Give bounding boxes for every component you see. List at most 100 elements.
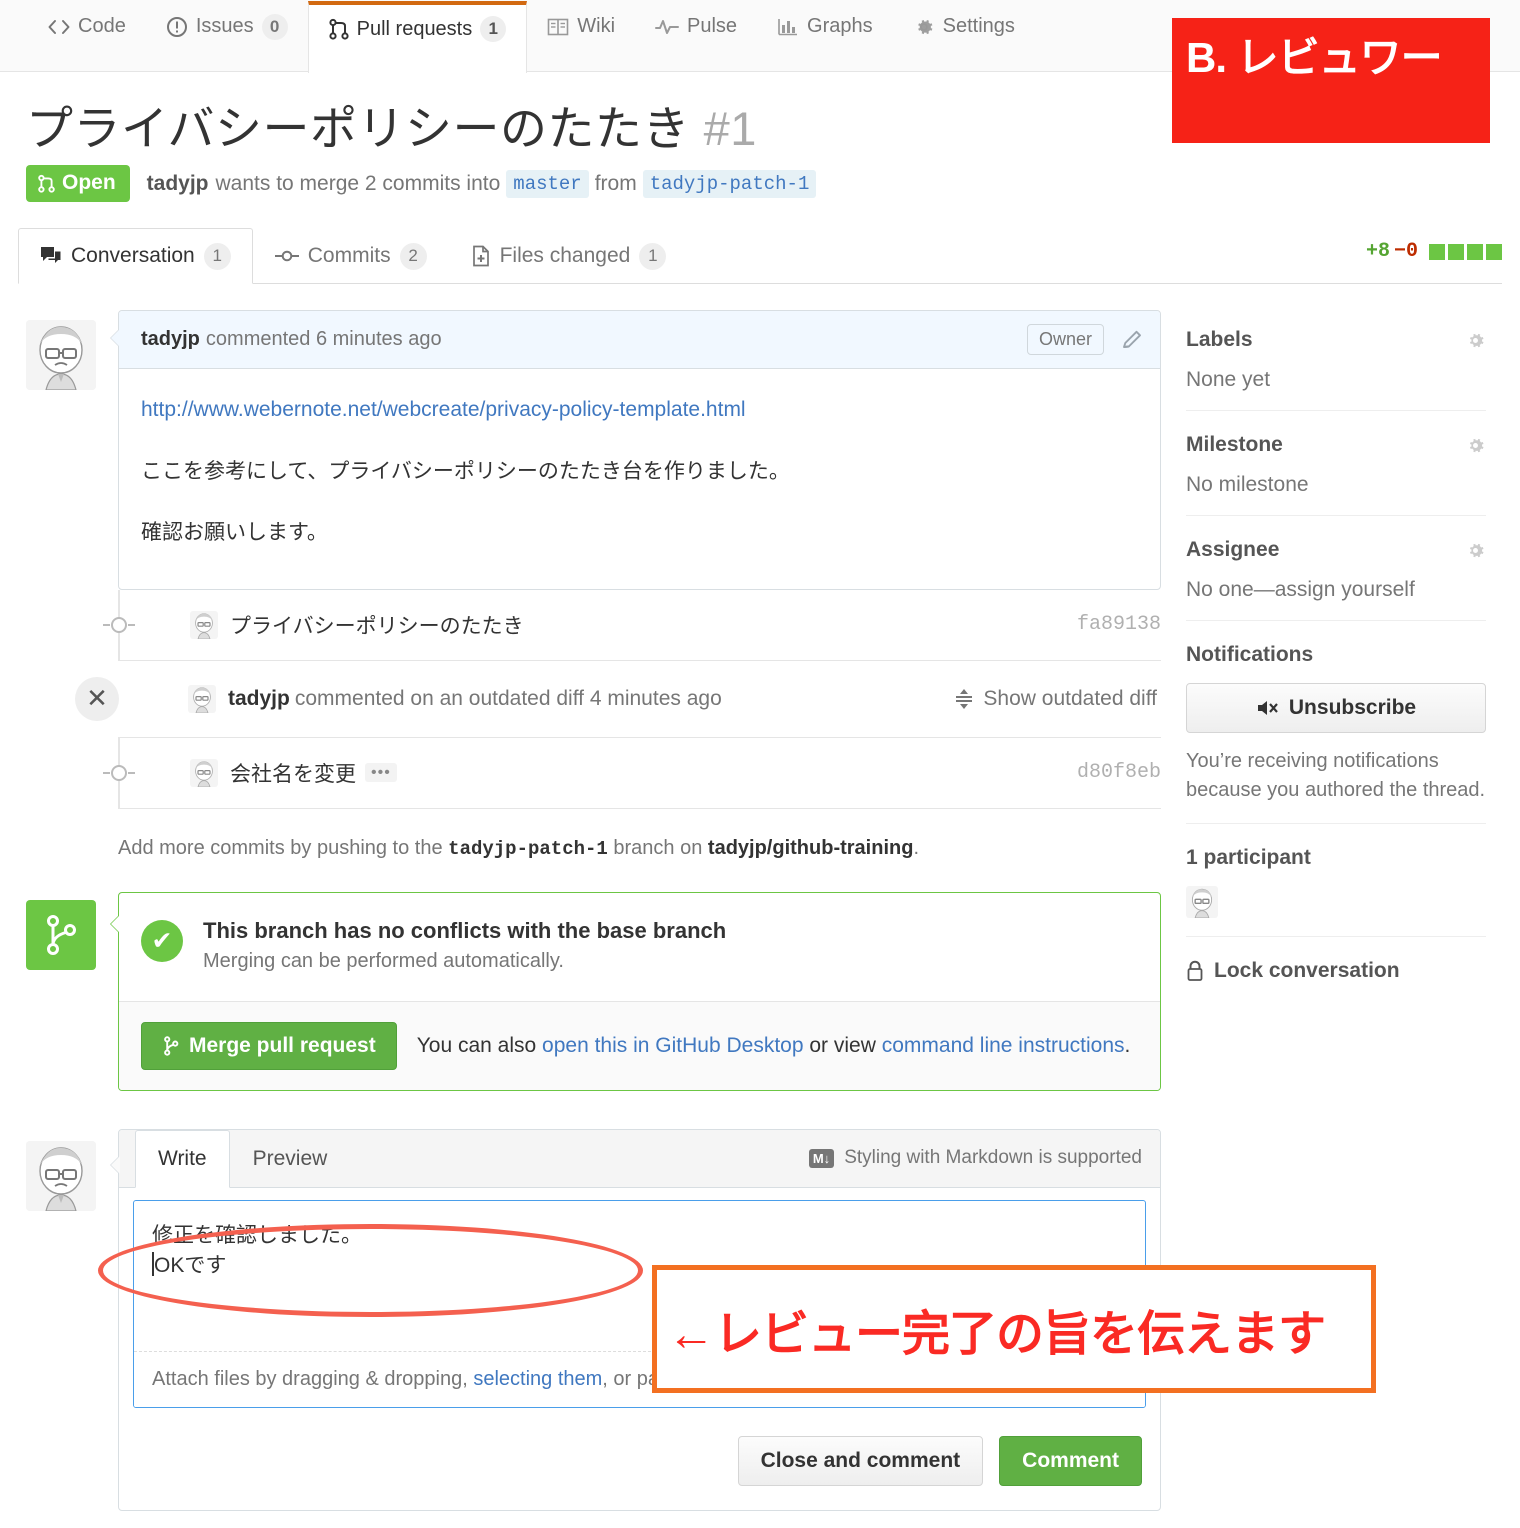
nav-item-label: Pull requests: [356, 17, 473, 40]
labels-title: Labels: [1186, 328, 1253, 351]
gear-icon: [913, 16, 935, 38]
nav-item-pulse[interactable]: Pulse: [635, 1, 757, 72]
diffstat-blocks: [1429, 243, 1502, 260]
close-and-comment-button[interactable]: Close and comment: [737, 1435, 984, 1486]
status-badge-label: Open: [62, 171, 116, 194]
merge-box: ✔ This branch has no conflicts with the …: [110, 891, 1161, 1091]
tab-conversation[interactable]: Conversation 1: [18, 228, 253, 284]
code-icon: [48, 18, 70, 36]
annotation-role-badge: B. レビュワー: [1172, 18, 1490, 143]
nav-item-graphs[interactable]: Graphs: [757, 1, 893, 72]
git-commit-icon: [274, 248, 299, 264]
push-note-repo: tadyjp/github-training: [707, 836, 914, 859]
pr-author[interactable]: tadyjp: [147, 172, 209, 196]
tab-label: Conversation: [71, 244, 195, 267]
base-branch-chip[interactable]: master: [506, 169, 589, 198]
unsubscribe-label: Unsubscribe: [1288, 696, 1417, 719]
assignee-title: Assignee: [1186, 538, 1280, 561]
gear-icon[interactable]: [1465, 540, 1486, 561]
avatar[interactable]: [1186, 886, 1218, 918]
pencil-icon[interactable]: [1120, 328, 1144, 352]
tab-preview[interactable]: Preview: [230, 1130, 351, 1187]
mute-icon: [1256, 699, 1280, 717]
lock-icon: [1186, 960, 1204, 982]
outdated-text: commented on an outdated diff 4 minutes …: [294, 686, 722, 710]
annotation-role-text: B. レビュワー: [1186, 34, 1443, 81]
lock-conversation-button[interactable]: Lock conversation: [1186, 959, 1486, 983]
labels-value: None yet: [1186, 368, 1271, 391]
nav-counter: 1: [480, 16, 507, 42]
comment-header: tadyjp commented 6 minutes ago Owner: [119, 311, 1160, 369]
tab-files-changed[interactable]: Files changed 1: [449, 228, 689, 283]
git-commit-icon: [103, 616, 135, 633]
comment-form-tabs: Write Preview M↓ Styling with Markdown i…: [119, 1129, 1160, 1188]
tab-commits[interactable]: Commits 2: [253, 228, 449, 283]
comment-button[interactable]: Comment: [999, 1435, 1142, 1486]
sidebar: Labels None yet Milestone No milestone A…: [1186, 328, 1486, 1023]
tab-write[interactable]: Write: [135, 1129, 230, 1188]
push-note-branch: tadyjp-patch-1: [448, 837, 608, 860]
nav-item-label: Settings: [942, 15, 1015, 37]
diffstat-deletions: −0: [1393, 240, 1418, 263]
show-outdated-diff-button[interactable]: Show outdated diff: [953, 687, 1157, 711]
merge-pull-request-button[interactable]: Merge pull request: [141, 1021, 397, 1070]
markdown-hint-label: Styling with Markdown is supported: [844, 1147, 1142, 1168]
nav-item-issues[interactable]: Issues 0: [146, 1, 308, 72]
sidebar-section-notifications: Notifications Unsubscribe You’re receivi…: [1186, 643, 1486, 824]
comment-author[interactable]: tadyjp: [141, 328, 200, 351]
commit-sha[interactable]: d80f8eb: [1077, 761, 1161, 784]
comment-timestamp: commented 6 minutes ago: [205, 328, 442, 350]
comment-link[interactable]: http://www.webernote.net/webcreate/priva…: [141, 398, 746, 421]
avatar: [26, 1140, 96, 1211]
commit-list-top: プライバシーポリシーのたたき fa89138: [103, 589, 1161, 660]
git-merge-icon: [26, 899, 96, 970]
open-in-github-desktop-link[interactable]: open this in GitHub Desktop: [542, 1034, 803, 1057]
markdown-hint[interactable]: M↓ Styling with Markdown is supported: [808, 1130, 1160, 1187]
unsubscribe-button[interactable]: Unsubscribe: [1186, 683, 1486, 733]
sidebar-section-participants: 1 participant: [1186, 846, 1486, 937]
commit-list-bottom: 会社名を変更 ••• d80f8eb: [103, 737, 1161, 809]
gear-icon[interactable]: [1465, 435, 1486, 456]
nav-item-code[interactable]: Code: [28, 1, 146, 72]
git-merge-icon: [162, 1035, 180, 1056]
timeline-comment: tadyjp commented 6 minutes ago Owner htt…: [18, 310, 1161, 590]
commit-sha[interactable]: fa89138: [1077, 613, 1161, 636]
attach-prefix: Attach files by dragging & dropping,: [152, 1367, 468, 1390]
tab-counter: 1: [203, 242, 231, 270]
check-icon: ✔: [141, 919, 183, 962]
commit-message[interactable]: 会社名を変更: [230, 758, 356, 788]
pr-meta: Open tadyjp wants to merge 2 commits int…: [26, 165, 822, 202]
pr-tabs: Conversation 1 Commits 2 Files changed 1: [18, 228, 1502, 284]
notifications-title: Notifications: [1186, 643, 1314, 666]
commit-row[interactable]: 会社名を変更 ••• d80f8eb: [103, 738, 1161, 808]
avatar: [26, 320, 96, 390]
nav-item-settings[interactable]: Settings: [893, 1, 1035, 72]
avatar: [190, 758, 218, 787]
comment-textarea-line2: OKです: [154, 1253, 227, 1277]
avatar: [188, 684, 216, 713]
nav-item-pull-requests[interactable]: Pull requests 1: [307, 1, 528, 73]
comment-discussion-icon: [40, 246, 62, 266]
close-icon: ✕: [75, 676, 119, 721]
command-line-instructions-link[interactable]: command line instructions: [882, 1034, 1125, 1057]
nav-item-wiki[interactable]: Wiki: [527, 1, 635, 72]
merge-actions: Merge pull request You can also open thi…: [119, 1000, 1160, 1090]
merge-hint-prefix: You can also: [416, 1033, 537, 1057]
book-icon: [547, 17, 569, 37]
merge-section: ✔ This branch has no conflicts with the …: [18, 891, 1161, 1091]
selecting-them-link[interactable]: selecting them: [473, 1368, 602, 1390]
head-branch-chip[interactable]: tadyjp-patch-1: [642, 169, 817, 198]
commit-row[interactable]: プライバシーポリシーのたたき fa89138: [103, 590, 1161, 660]
commit-expand-icon[interactable]: •••: [365, 762, 397, 783]
gear-icon[interactable]: [1465, 330, 1486, 351]
outdated-author[interactable]: tadyjp: [228, 687, 290, 711]
merge-status: ✔ This branch has no conflicts with the …: [119, 893, 1160, 1001]
pr-number: #1: [703, 102, 757, 155]
graph-icon: [777, 17, 799, 37]
merge-hint-mid: or view: [809, 1033, 876, 1057]
tab-counter: 2: [399, 242, 427, 270]
commit-message[interactable]: プライバシーポリシーのたたき: [230, 610, 524, 640]
comment-body: http://www.webernote.net/webcreate/priva…: [119, 369, 1160, 589]
comment-paragraph: ここを参考にして、プライバシーポリシーのたたき台を作りました。: [141, 459, 790, 483]
assignee-value[interactable]: No one—assign yourself: [1186, 578, 1486, 602]
